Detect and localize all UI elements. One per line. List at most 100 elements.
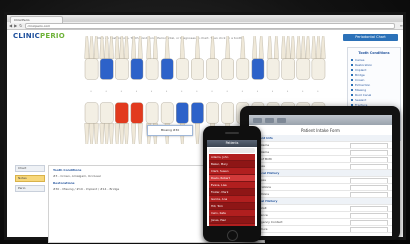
tooth-root [316,31,321,59]
form-input[interactable] [350,163,388,169]
patient-list-item[interactable]: Clark, Susan [209,168,255,175]
patient-list-item[interactable]: Adams, John [209,154,255,161]
tooth[interactable] [99,31,114,80]
tooth-crown [176,58,189,80]
patient-list-item[interactable]: King, Laura [209,224,255,226]
tablet-save-button[interactable] [265,117,274,123]
tablet-print-button[interactable] [277,117,286,123]
form-row[interactable]: Allergies [249,177,392,184]
tooth-root [179,31,185,59]
patient-list-item[interactable]: Irwin, Kate [209,210,255,217]
tooth[interactable] [84,102,99,151]
periodontal-chart-button[interactable]: Periodontal Chart [343,34,398,41]
form-input[interactable] [350,156,388,162]
form-row[interactable]: Insurance [249,212,392,219]
tooth-root [305,31,311,59]
forward-arrow-icon[interactable]: ▶ [14,23,17,29]
tooth[interactable] [206,31,219,80]
browser-tab[interactable]: ClinicPerio [10,15,63,23]
form-row[interactable]: Address [249,163,392,170]
patient-list-item[interactable]: Jones, Paul [209,217,255,224]
form-input[interactable] [350,149,388,155]
tooth[interactable] [114,102,129,151]
tooth[interactable] [176,102,189,151]
tablet-back-button[interactable] [253,117,262,123]
form-row[interactable]: Signature [249,226,392,233]
back-arrow-icon[interactable]: ◀ [9,23,12,29]
patient-list-item[interactable]: Evans, Lisa [209,182,255,189]
tooth[interactable] [145,102,159,151]
tooth-root [124,31,129,59]
tooth-crown [160,58,174,80]
tooth[interactable] [266,31,280,80]
rail-button[interactable]: Chart [15,165,45,172]
form-input[interactable] [350,191,388,197]
tooth[interactable] [221,31,234,80]
browser-addressbar: ◀ ▶ ↻ clinicperio.com ≡ [7,22,403,30]
form-row[interactable]: Date of Birth [249,156,392,163]
form-input[interactable] [350,226,388,232]
form-input[interactable] [350,205,388,211]
tooth-number-mark: • [317,89,319,93]
tooth[interactable] [99,102,114,151]
form-row[interactable]: Emergency Contact [249,219,392,226]
form-row[interactable]: Conditions [249,191,392,198]
tooth-root [320,31,326,59]
patient-list-item[interactable]: Foster, Mark [209,189,255,196]
url-field[interactable]: clinicperio.com [24,22,395,29]
tooth-crown [145,58,159,80]
patient-list-item[interactable]: Hill, Tom [209,203,255,210]
rail-button[interactable]: Perio [15,185,45,192]
menu-icon[interactable]: ≡ [400,23,403,29]
form-input[interactable] [350,184,388,190]
tooth[interactable] [251,31,265,80]
tooth-crown [99,102,114,124]
phone-title: Patients [207,140,257,147]
tooth-number-mark: • [272,89,274,93]
tooth[interactable] [191,31,204,80]
tooth[interactable] [296,31,311,80]
tooth[interactable] [130,102,144,151]
tooth-number-mark: • [241,89,243,93]
tooth[interactable] [84,31,99,80]
logo-accent: PERIO [40,32,65,40]
phone-search-input[interactable] [209,148,255,153]
form-input[interactable] [350,142,388,148]
tooth-number-mark: • [302,89,304,93]
tooth[interactable] [160,102,174,151]
patient-list-item[interactable]: Garcia, Ana [209,196,255,203]
tooth-crown [311,58,326,80]
tooth[interactable] [114,31,129,80]
form-row[interactable]: Medications [249,184,392,191]
form-input[interactable] [350,219,388,225]
form-row[interactable]: First Name [249,142,392,149]
home-button-icon[interactable] [227,230,238,241]
tooth[interactable] [176,31,189,80]
app-logo[interactable]: CLINICPERIO [13,32,65,40]
tooth-root [290,31,296,59]
form-row[interactable]: Last Visit [249,205,392,212]
patient-list-item[interactable]: Davis, Robert [209,175,255,182]
tooth[interactable] [281,31,296,80]
tooth-root [252,31,258,59]
tooth[interactable] [191,102,204,151]
browser-titlebar: ClinicPerio [7,15,403,23]
patient-list-item[interactable]: Baker, Mary [209,161,255,168]
tooth-crown [221,58,234,80]
phone-device: Patients Adams, John Baker, Mary Clark, Su… [203,126,261,242]
tooth[interactable] [145,31,159,80]
reload-icon[interactable]: ↻ [19,23,22,29]
tooth[interactable] [236,31,250,80]
form-input[interactable] [350,212,388,218]
tooth-number-mark: • [256,89,258,93]
tooth[interactable] [160,31,174,80]
tooth-root [267,31,273,59]
form-row[interactable]: Last Name [249,149,392,156]
form-input[interactable] [350,177,388,183]
tooth-root [89,31,94,59]
rail-button[interactable]: Notes [15,175,45,182]
tooth[interactable] [311,31,326,80]
tooth-root [84,123,90,151]
tooth-crown [130,102,144,124]
tooth[interactable] [130,31,144,80]
